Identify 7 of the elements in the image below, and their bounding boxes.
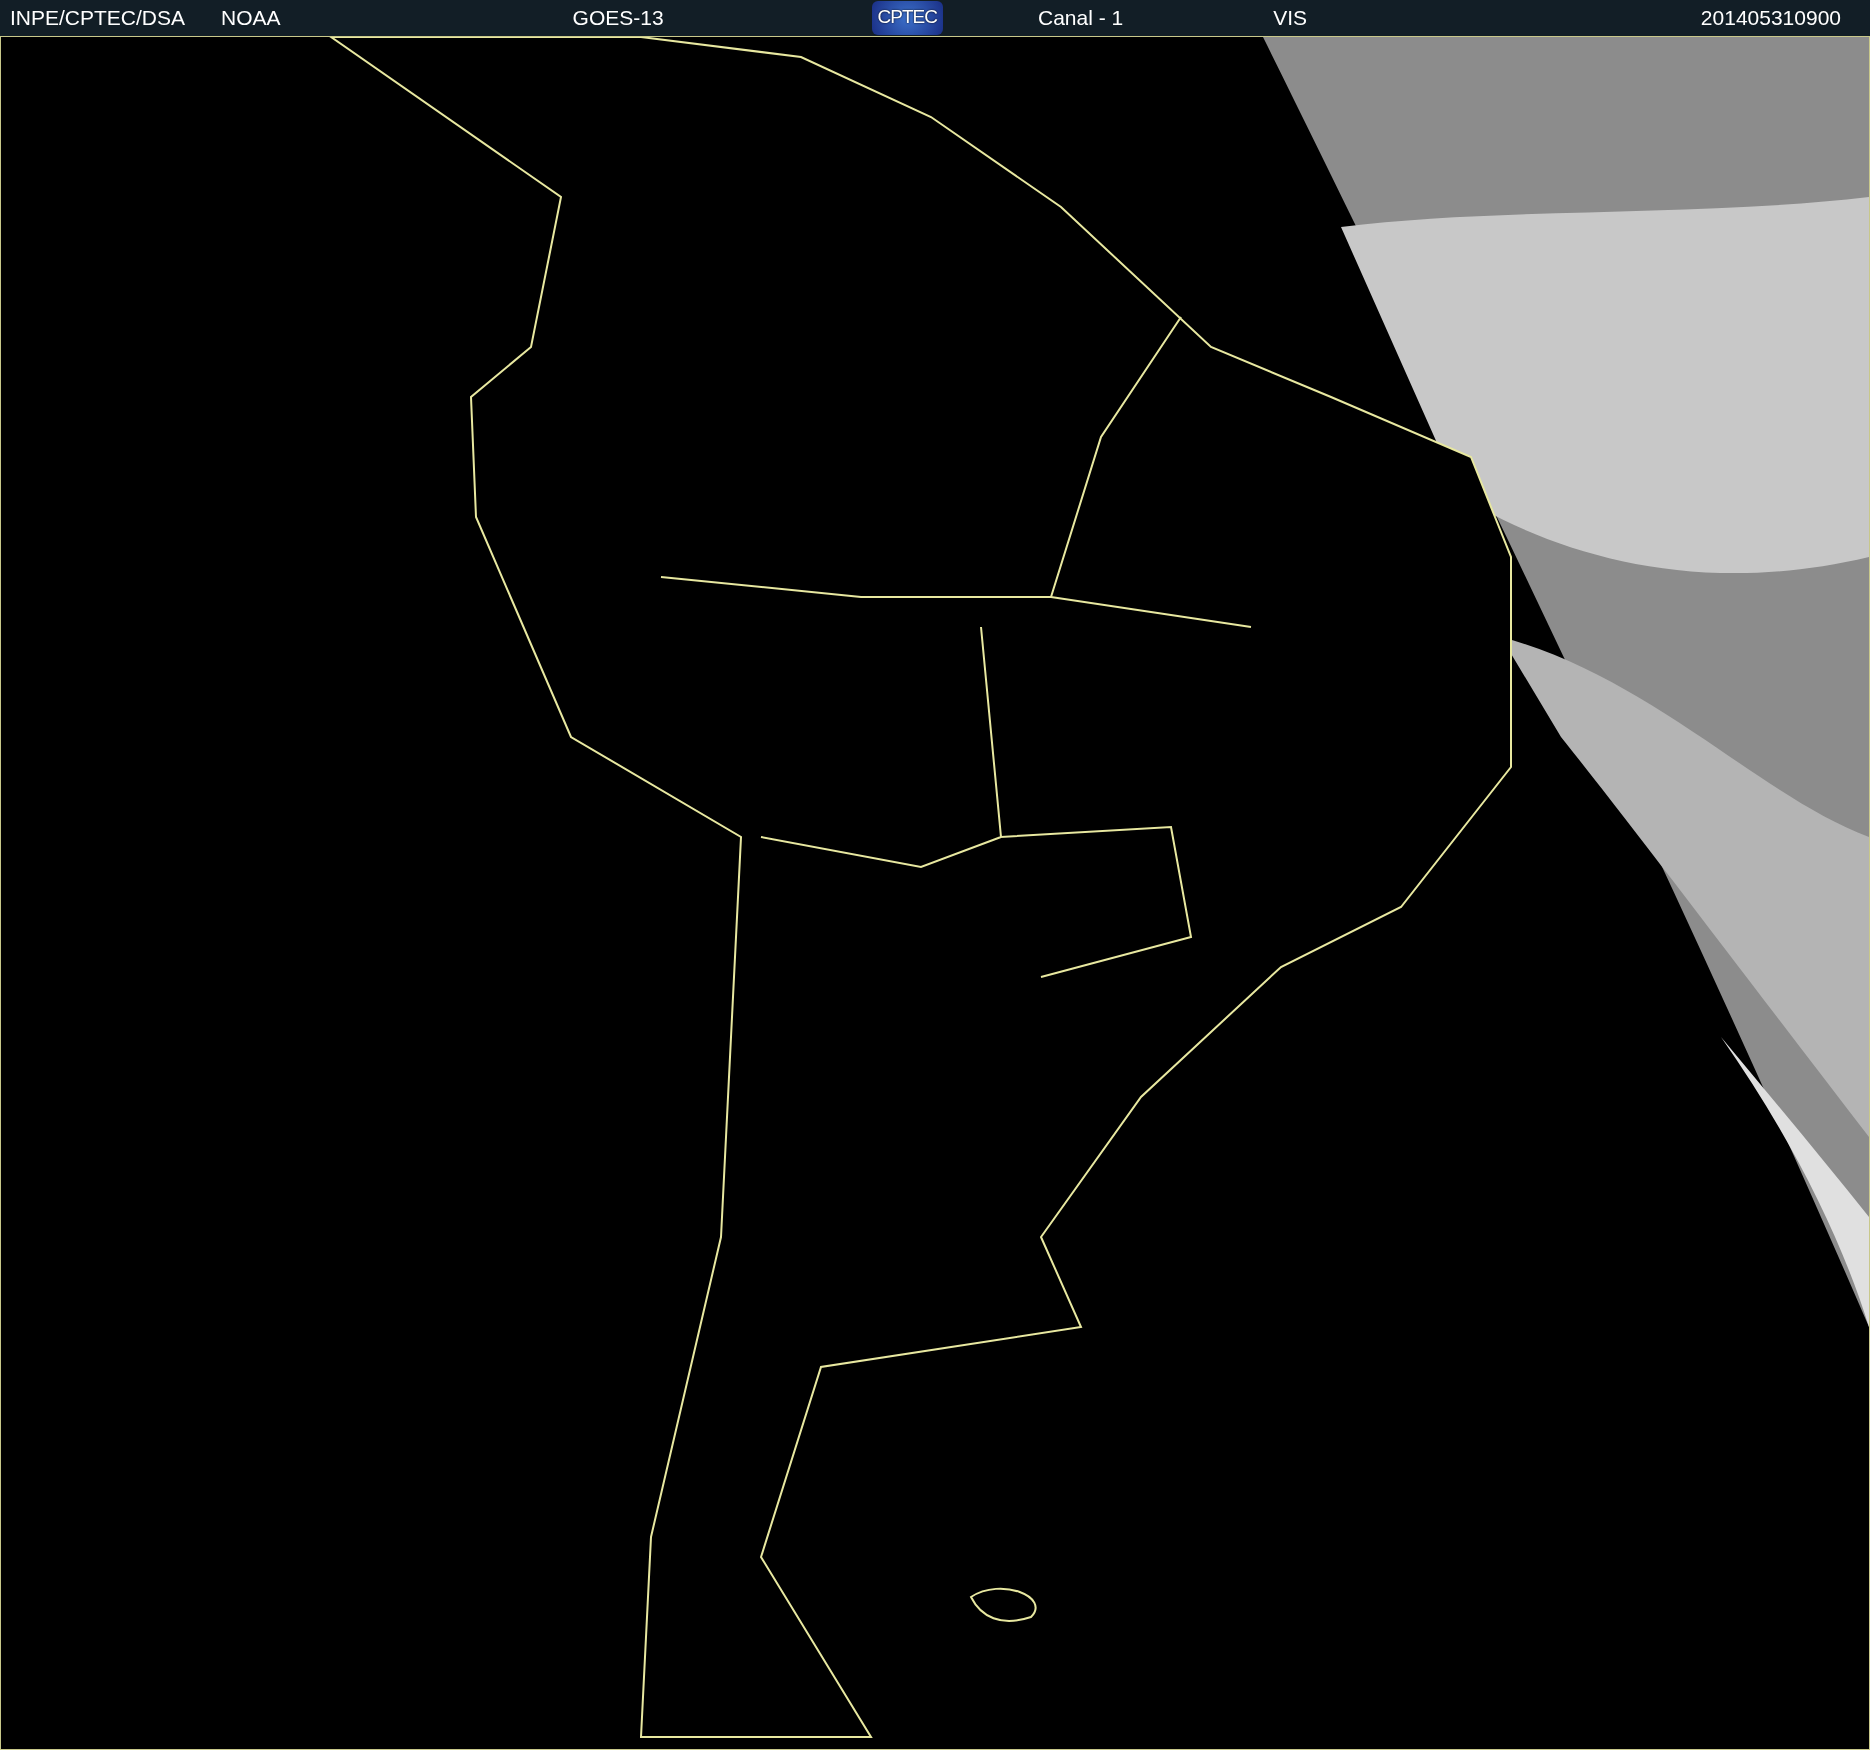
logo: CPTEC	[871, 1, 943, 35]
agency-label: NOAA	[221, 5, 281, 31]
timestamp-label: 201405310900	[1700, 5, 1841, 31]
satellite-label: GOES-13	[572, 5, 664, 31]
channel-label: Canal - 1	[1038, 5, 1124, 31]
source-label: INPE/CPTEC/DSA	[10, 5, 186, 31]
band-label: VIS	[1273, 5, 1308, 31]
